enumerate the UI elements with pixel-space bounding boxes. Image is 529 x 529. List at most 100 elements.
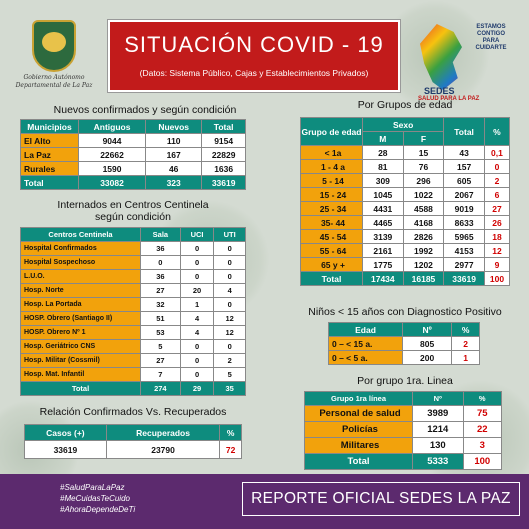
row-label: 65 y + [300, 257, 363, 272]
row-label: Rurales [20, 161, 79, 176]
cell: 1214 [412, 421, 464, 438]
gobierno-logo: Gobierno Autónomo Departamental de La Pa… [14, 20, 94, 100]
row-label: < 1a [300, 145, 363, 160]
cell: 32 [140, 297, 181, 312]
cell: 2 [483, 173, 511, 188]
ninos-table: Edad Nº % 0 – < 15 a. 805 2 0 – < 5 a. 2… [328, 322, 480, 365]
table-row: 25 - 34 4431 4588 9019 27 [300, 201, 511, 216]
col-header: F [402, 131, 445, 146]
cell: 4465 [362, 215, 404, 230]
row-label: HOSP. Obrero Nº 1 [20, 325, 141, 340]
cell: 12 [213, 325, 246, 340]
row-label: 1 - 4 a [300, 159, 363, 174]
col-header: Antiguos [77, 119, 147, 134]
table-row: L.U.O. 36 0 0 [20, 269, 246, 284]
page-subtitle: (Datos: Sistema Público, Cajas y Estable… [139, 68, 369, 78]
cell: 9044 [77, 133, 147, 148]
cell: 4 [213, 283, 246, 298]
cell: 16185 [402, 271, 445, 286]
col-header: % [462, 391, 503, 406]
cell: 167 [145, 147, 203, 162]
sedes-tag-line: CUIDARTE [475, 45, 507, 51]
cell: 2 [451, 336, 480, 351]
ninos-title: Niños < 15 años con Diagnostico Positivo [308, 306, 502, 318]
row-label: La Paz [20, 147, 79, 162]
cell: 0 [213, 255, 246, 270]
cell: 110 [145, 133, 203, 148]
cell: 0 [179, 241, 215, 256]
table-row: Hosp. Norte 27 20 4 [20, 283, 246, 298]
row-label: Hosp. Geriátrico CNS [20, 339, 141, 354]
col-header: Municipios [20, 119, 79, 134]
cell: 296 [402, 173, 445, 188]
hashtag: #SaludParaLaPaz [60, 483, 125, 492]
cell: 1992 [402, 243, 445, 258]
cell: 33082 [77, 175, 147, 190]
cell: 27 [140, 353, 181, 368]
table-row: Personal de salud 3989 75 [304, 405, 503, 422]
row-label: Hospital Confirmados [20, 241, 141, 256]
nuevos-title: Nuevos confirmados y según condición [53, 104, 237, 116]
linea-table: Grupo 1ra línea Nº % Personal de salud 3… [304, 391, 503, 470]
table-row: Policías 1214 22 [304, 421, 503, 438]
cell: 53 [140, 325, 181, 340]
total-row: Total 17434 16185 33619 100 [300, 271, 511, 286]
cell: 0 [213, 269, 246, 284]
col-header: % [219, 424, 242, 441]
col-header: Total [201, 119, 246, 134]
row-label: 55 - 64 [300, 243, 363, 258]
table-row: HOSP. Obrero (Santiago II) 51 4 12 [20, 311, 246, 326]
cell: 2 [213, 353, 246, 368]
cell: 3989 [412, 405, 464, 422]
cell: 72 [219, 440, 242, 459]
cell: 0 [179, 367, 215, 382]
cell: 100 [462, 453, 503, 470]
cell: 1636 [201, 161, 246, 176]
cell: 1590 [77, 161, 147, 176]
cell: 2826 [402, 229, 445, 244]
table-row: 33619 23790 72 [24, 440, 242, 459]
col-header: Nº [401, 322, 453, 337]
gov-text-line: Gobierno Autónomo [23, 74, 85, 81]
cell: 15 [402, 145, 445, 160]
row-label: Hosp. Militar (Cossmil) [20, 353, 141, 368]
cell: 5 [140, 339, 181, 354]
row-label: Militares [304, 437, 413, 454]
cell: 22662 [77, 147, 147, 162]
total-row: Total 33082 323 33619 [20, 175, 246, 190]
total-label: Total [20, 381, 141, 396]
cell: 4588 [402, 201, 445, 216]
table-row: 0 – < 5 a. 200 1 [328, 350, 480, 365]
cell: 27 [140, 283, 181, 298]
hashtag: #MeCuidasTeCuido [60, 494, 130, 503]
table-row: 15 - 24 1045 1022 2067 6 [300, 187, 511, 202]
cell: 23790 [105, 440, 221, 459]
row-label: 0 – < 5 a. [328, 350, 403, 365]
cell: 26 [483, 215, 511, 230]
table-row: 1 - 4 a 81 76 157 0 [300, 159, 511, 174]
edad-table: Grupo de edad Sexo Total % M F < 1a 28 15 4… [300, 117, 511, 286]
table-row: HOSP. Obrero Nº 1 53 4 12 [20, 325, 246, 340]
table-row: Hosp. Mat. Infantil 7 0 5 [20, 367, 246, 382]
cell: 5965 [443, 229, 485, 244]
col-header: UCI [179, 227, 215, 242]
cell: 2977 [443, 257, 485, 272]
table-row: 35- 44 4465 4168 8633 26 [300, 215, 511, 230]
cell: 0 [483, 159, 511, 174]
cell: 33619 [443, 271, 485, 286]
gov-text-line: Departamental de La Paz [15, 82, 93, 89]
cell: 8633 [443, 215, 485, 230]
cell: 0 [179, 255, 215, 270]
cell: 9 [483, 257, 511, 272]
cell: 1202 [402, 257, 445, 272]
report-banner: REPORTE OFICIAL SEDES LA PAZ [242, 482, 520, 516]
col-header: M [362, 131, 404, 146]
col-header: Centros Centinela [20, 227, 141, 242]
hashtags: #SaludParaLaPaz #MeCuidasTeCuido #AhoraD… [60, 482, 135, 515]
col-header: Edad [328, 322, 403, 337]
table-row: Militares 130 3 [304, 437, 503, 454]
row-label: L.U.O. [20, 269, 141, 284]
col-header: Nuevos [145, 119, 203, 134]
table-row: 55 - 64 2161 1992 4153 12 [300, 243, 511, 258]
cell: 51 [140, 311, 181, 326]
